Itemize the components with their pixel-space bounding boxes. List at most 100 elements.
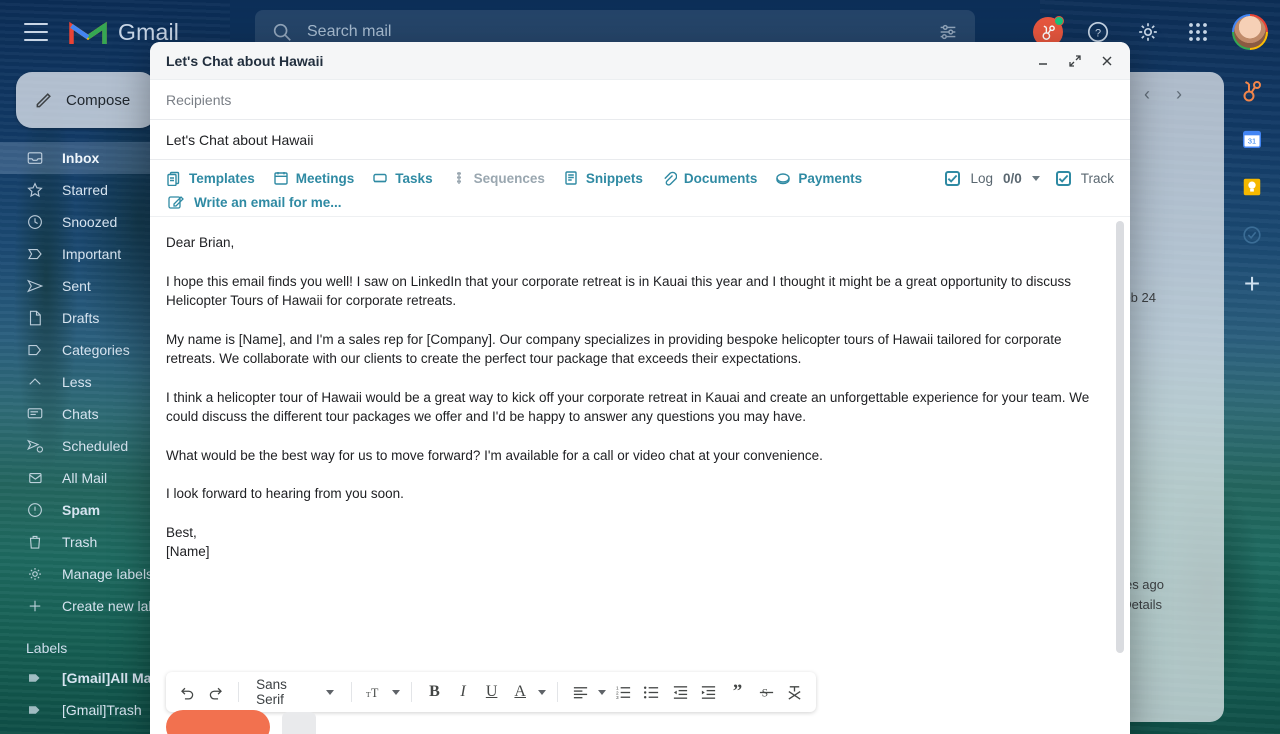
minimize-icon[interactable] [1034, 52, 1052, 70]
spam-icon [28, 503, 42, 517]
gear-icon [1139, 23, 1157, 41]
align-chevron-icon[interactable] [595, 677, 607, 707]
log-checkbox[interactable] [945, 170, 961, 186]
toolbar-divider [411, 682, 413, 702]
subject-input: Let's Chat about Hawaii [166, 131, 314, 148]
text-color-chevron-icon[interactable] [536, 677, 548, 707]
subject-row[interactable]: Let's Chat about Hawaii [150, 120, 1130, 160]
font-size-icon[interactable]: T T [361, 677, 388, 707]
hubspot-tool-payments[interactable]: Payments [775, 170, 862, 186]
svg-text:T: T [371, 685, 379, 699]
gmail-application: Gmail Search mail ? Compose Inbox Starre… [0, 0, 1280, 734]
recipients-row[interactable]: Recipients [150, 80, 1130, 120]
hubspot-tool-meetings[interactable]: Meetings [273, 170, 355, 186]
track-checkbox[interactable] [1055, 170, 1071, 186]
chevron-down-icon[interactable] [1031, 175, 1040, 181]
write-email-for-me-button[interactable]: Write an email for me... [166, 194, 342, 210]
redo-icon[interactable] [203, 677, 230, 707]
tune-icon[interactable] [937, 21, 959, 43]
calendar-icon[interactable]: 31 [1239, 126, 1265, 152]
svg-text:31: 31 [1248, 137, 1256, 146]
clock-icon [28, 215, 42, 229]
indent-more-icon[interactable] [696, 677, 723, 707]
calendar-icon [274, 172, 288, 185]
email-paragraph: My name is [Name], and I'm a sales rep f… [166, 331, 1062, 367]
sidebar-label-text: [Gmail]Trash [62, 702, 142, 718]
ai-write-row: Write an email for me... [166, 194, 1114, 210]
avatar[interactable] [1232, 14, 1268, 50]
hubspot-tool-documents[interactable]: Documents [661, 170, 757, 186]
sequences-icon [456, 172, 461, 184]
numbered-list-icon[interactable]: 123 [610, 677, 637, 707]
payments-icon [776, 173, 791, 185]
sidebar-item-label: Sent [62, 278, 91, 294]
label-important-icon [28, 248, 42, 260]
hubspot-tool-label: Sequences [473, 170, 545, 186]
remove-format-icon[interactable] [781, 677, 808, 707]
hubspot-tool-snippets[interactable]: Snippets [563, 170, 643, 186]
text-color-button[interactable]: A [507, 677, 534, 707]
underline-button[interactable]: U [478, 677, 505, 707]
italic-button[interactable]: I [450, 677, 477, 707]
bold-button[interactable]: B [421, 677, 448, 707]
inbox-icon [27, 152, 43, 164]
font-family-select[interactable]: Sans Serif [248, 677, 342, 707]
sidebar-item-label: Inbox [62, 150, 100, 166]
sidebar-item-label: Snoozed [62, 214, 118, 230]
gmail-m-icon [69, 21, 107, 44]
sidebar-item-label: All Mail [62, 470, 108, 486]
draft-icon [29, 310, 41, 326]
send-options-button[interactable] [282, 712, 316, 734]
tasks-icon[interactable] [1239, 222, 1265, 248]
apps-button[interactable] [1178, 12, 1218, 52]
email-paragraph: I think a helicopter tour of Hawaii woul… [166, 389, 1090, 425]
settings-button[interactable] [1128, 12, 1168, 52]
tasks-icon [373, 173, 387, 183]
body-scrollbar-thumb[interactable] [1116, 221, 1124, 653]
close-icon[interactable] [1098, 52, 1116, 70]
email-paragraph: I hope this email finds you well! I saw … [166, 273, 1072, 309]
sidebar-item-label: Less [62, 374, 92, 390]
search-input[interactable] [307, 23, 937, 41]
email-paragraph: What would be the best way for us to mov… [166, 447, 823, 463]
popout-icon[interactable] [1066, 52, 1084, 70]
svg-text:S: S [761, 687, 767, 699]
log-label: Log [970, 170, 993, 186]
svg-text:3: 3 [616, 695, 619, 701]
recipients-placeholder: Recipients [166, 91, 232, 108]
hubspot-tool-templates[interactable]: Templates [166, 170, 255, 186]
strikethrough-icon[interactable]: S [753, 677, 780, 707]
calendar-glyph: 31 [1243, 130, 1261, 148]
hubspot-tool-label: Snippets [585, 170, 643, 186]
undo-icon[interactable] [174, 677, 201, 707]
sprocket-glyph [1041, 24, 1055, 40]
hubspot-tool-tasks[interactable]: Tasks [372, 170, 433, 186]
indent-less-icon[interactable] [667, 677, 694, 707]
templates-icon [167, 171, 180, 186]
compose-header: Let's Chat about Hawaii [150, 42, 1130, 80]
font-size-chevron-icon[interactable] [390, 677, 402, 707]
check-glyph [948, 174, 958, 183]
sidebar-item-label: Manage labels [62, 566, 154, 582]
align-icon[interactable] [567, 677, 594, 707]
chat-icon [27, 408, 43, 419]
keep-icon[interactable] [1239, 174, 1265, 200]
quote-icon[interactable]: ” [724, 677, 751, 707]
email-paragraph: [Name] [166, 544, 210, 559]
next-message-button[interactable]: › [1176, 84, 1182, 105]
add-panel-button[interactable]: + [1244, 270, 1260, 298]
hamburger-icon[interactable] [24, 23, 48, 41]
send-button[interactable] [166, 710, 270, 734]
hubspot-tool-label: Meetings [295, 170, 355, 186]
bulleted-list-icon[interactable] [638, 677, 665, 707]
sidebar-item-label: Categories [62, 342, 130, 358]
help-icon: ? [1087, 21, 1109, 43]
email-body[interactable]: Dear Brian, I hope this email finds you w… [150, 217, 1130, 734]
compose-window: Let's Chat about Hawaii Recipients Let's… [150, 42, 1130, 734]
compose-button[interactable]: Compose [16, 72, 156, 128]
compose-title: Let's Chat about Hawaii [166, 52, 324, 69]
hubspot-icon[interactable] [1239, 78, 1265, 104]
toolbar-divider [351, 682, 353, 702]
send-row [166, 710, 316, 734]
prev-message-button[interactable]: ‹ [1144, 84, 1150, 105]
